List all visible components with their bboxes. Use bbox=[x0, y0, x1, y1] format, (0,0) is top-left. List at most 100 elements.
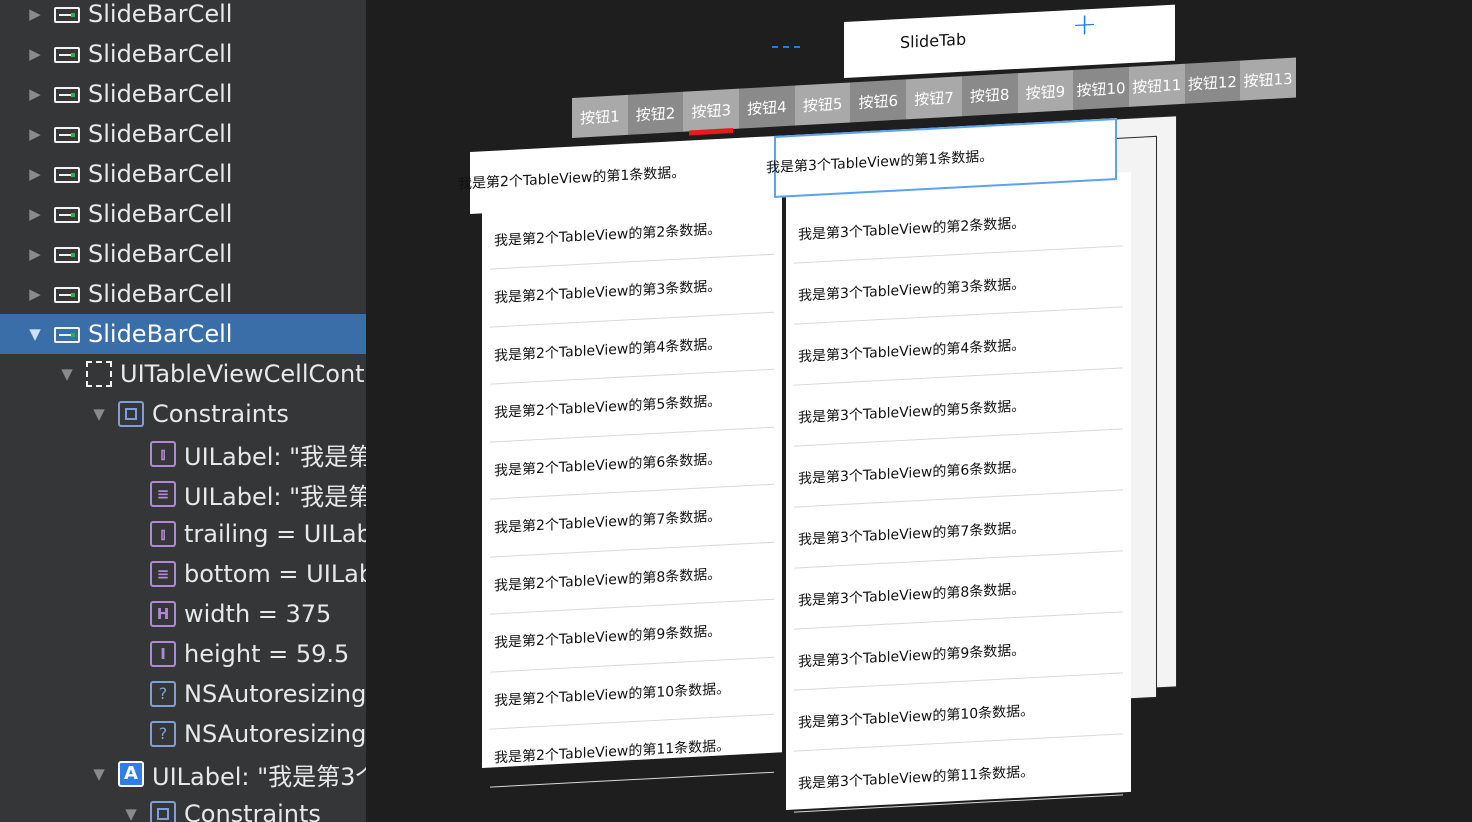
navigator-row[interactable]: ▼ Constraints bbox=[0, 394, 366, 434]
tab-button[interactable]: 按钮11 bbox=[1128, 63, 1185, 107]
cell-label: 我是第2个TableView的第10条数据。 bbox=[494, 680, 731, 709]
disclosure-expanded-icon[interactable]: ▼ bbox=[88, 405, 110, 423]
navigator-row-label: SlideBarCell bbox=[88, 120, 233, 148]
navigator-row[interactable]: Iheight = 59.5 bbox=[0, 634, 366, 674]
question-icon: ? bbox=[150, 681, 176, 707]
question-icon: ? bbox=[150, 721, 176, 747]
navigator-row-label: SlideBarCell bbox=[88, 320, 233, 348]
cell-label: 我是第3个TableView的第6条数据。 bbox=[798, 458, 1026, 487]
add-icon[interactable]: + bbox=[1072, 7, 1097, 43]
table-cell-icon bbox=[54, 207, 80, 223]
navigator-row[interactable]: ⫾ UILabel: "我是第3个TableView的第1条数据。" bbox=[0, 434, 366, 474]
navigator-row[interactable]: ▶ SlideBarCell bbox=[0, 194, 366, 234]
tab-button[interactable]: 按钮10 bbox=[1073, 66, 1129, 110]
navigator-row-label: SlideBarCell bbox=[88, 240, 233, 268]
navigator-row[interactable]: ? NSAutoresizingMaskLayoutConstraint bbox=[0, 714, 366, 754]
disclosure-collapsed-icon[interactable]: ▶ bbox=[24, 5, 46, 23]
cell-label: 我是第3个TableView的第8条数据。 bbox=[798, 580, 1026, 609]
cell-label: 我是第3个TableView的第10条数据。 bbox=[798, 702, 1035, 731]
constraint-icon: ≡ bbox=[150, 481, 176, 507]
navigator-row[interactable]: ▶ SlideBarCell bbox=[0, 34, 366, 74]
disclosure-collapsed-icon[interactable]: ▶ bbox=[24, 165, 46, 183]
table-cell-icon bbox=[54, 87, 80, 103]
navigator-row-label: UILabel: "我是第3个TableView的第1条数据。" bbox=[184, 482, 366, 511]
navigator-row[interactable]: ▶ SlideBarCell bbox=[0, 114, 366, 154]
navigator-row[interactable]: ▶ SlideBarCell bbox=[0, 154, 366, 194]
tab-button[interactable]: 按钮7 bbox=[906, 76, 962, 120]
table-cell-icon bbox=[54, 167, 80, 183]
tab-button[interactable]: 按钮12 bbox=[1184, 60, 1241, 104]
navigator-row[interactable]: ▶ SlideBarCell bbox=[0, 274, 366, 314]
navigator-row[interactable]: ▼ UITableViewCellContentView bbox=[0, 354, 366, 394]
navigator-row-label: Constraints bbox=[152, 400, 289, 428]
debug-view-canvas[interactable]: SlideTab + 按钮1 按钮2 按钮3 按钮4 按钮5 按钮6 按钮7 按钮8 按钮9 按钮… bbox=[366, 0, 1472, 822]
table-view-3[interactable]: 我是第3个TableView的第2条数据。 我是第3个TableView的第3条数… bbox=[786, 171, 1131, 813]
tab-button[interactable]: 按钮1 bbox=[572, 94, 628, 138]
navigator-row-label: UITableViewCellContentView bbox=[120, 360, 366, 388]
label-icon: A bbox=[118, 761, 144, 787]
disclosure-collapsed-icon[interactable]: ▶ bbox=[24, 245, 46, 263]
tab-button[interactable]: 按钮8 bbox=[961, 73, 1018, 117]
table-cell-icon bbox=[54, 7, 80, 23]
content-view-icon bbox=[86, 361, 112, 387]
tab-button[interactable]: 按钮5 bbox=[794, 82, 851, 126]
navigator-row[interactable]: ≡ UILabel: "我是第3个TableView的第1条数据。" bbox=[0, 474, 366, 514]
table-cell-icon bbox=[54, 287, 80, 303]
navigator-row[interactable]: ▼ A UILabel: "我是第3个TableView的第1条数据。" bbox=[0, 754, 366, 794]
disclosure-collapsed-icon[interactable]: ▶ bbox=[24, 205, 46, 223]
disclosure-expanded-icon[interactable]: ▼ bbox=[56, 365, 78, 383]
navigator-row[interactable]: ≡ bottom = UILabel bbox=[0, 554, 366, 594]
cell-label: 我是第2个TableView的第1条数据。 bbox=[458, 164, 686, 193]
disclosure-expanded-icon[interactable]: ▼ bbox=[88, 765, 110, 783]
cell-label: 我是第3个TableView的第5条数据。 bbox=[798, 397, 1026, 426]
navigator-row-label: SlideBarCell bbox=[88, 0, 233, 28]
cell-label: 我是第2个TableView的第4条数据。 bbox=[494, 335, 722, 364]
constraints-icon bbox=[118, 401, 144, 427]
navigator-row-label: UILabel: "我是第3个TableView的第1条数据。" bbox=[152, 762, 366, 791]
constraint-icon: ≡ bbox=[150, 561, 176, 587]
navigator-row[interactable]: Hwidth = 375 bbox=[0, 594, 366, 634]
disclosure-expanded-icon[interactable]: ▼ bbox=[120, 805, 142, 822]
cell-label: 我是第2个TableView的第6条数据。 bbox=[494, 450, 722, 479]
cell-label: 我是第2个TableView的第7条数据。 bbox=[494, 508, 722, 537]
disclosure-collapsed-icon[interactable]: ▶ bbox=[24, 125, 46, 143]
disclosure-collapsed-icon[interactable]: ▶ bbox=[24, 85, 46, 103]
tab-button[interactable]: 按钮3 bbox=[683, 88, 740, 132]
navigator-row-label: NSAutoresizingMaskLayoutConstraint bbox=[184, 680, 366, 708]
constraints-icon bbox=[150, 801, 176, 822]
cell-label: 我是第3个TableView的第7条数据。 bbox=[798, 519, 1026, 548]
disclosure-collapsed-icon[interactable]: ▶ bbox=[24, 45, 46, 63]
navigator-row[interactable]: ▼ SlideBarCell bbox=[0, 314, 366, 354]
disclosure-collapsed-icon[interactable]: ▶ bbox=[24, 285, 46, 303]
navigator-row-label: bottom = UILabel bbox=[184, 560, 366, 588]
navigator-row-label: SlideBarCell bbox=[88, 160, 233, 188]
table-cell-icon bbox=[54, 327, 80, 343]
navigator-row[interactable]: ▶ SlideBarCell bbox=[0, 234, 366, 274]
navigator-row-label: width = 375 bbox=[184, 600, 332, 628]
tab-button[interactable]: 按钮2 bbox=[627, 91, 684, 135]
navigator-row[interactable]: ⫾ trailing = UILabel bbox=[0, 514, 366, 554]
tab-button[interactable]: 按钮4 bbox=[739, 85, 795, 129]
navigator-row-label: UILabel: "我是第3个TableView的第1条数据。" bbox=[184, 442, 366, 471]
cell-label: 我是第2个TableView的第2条数据。 bbox=[494, 220, 722, 249]
constraint-icon: H bbox=[150, 601, 176, 627]
table-view-2[interactable]: 我是第2个TableView的第2条数据。 我是第2个TableView的第3条数… bbox=[482, 192, 782, 788]
cell-label: 我是第3个TableView的第3条数据。 bbox=[798, 275, 1026, 304]
navigator-row[interactable]: ▶ SlideBarCell bbox=[0, 74, 366, 114]
cell-label: 我是第2个TableView的第11条数据。 bbox=[494, 737, 731, 767]
tab-button[interactable]: 按钮9 bbox=[1017, 69, 1074, 114]
navigator-row-label: trailing = UILabel bbox=[184, 520, 366, 548]
disclosure-expanded-icon[interactable]: ▼ bbox=[24, 325, 46, 343]
dashed-indicator bbox=[772, 46, 800, 50]
table-cell-icon bbox=[54, 47, 80, 63]
navigator-row[interactable]: ▶ SlideBarCell bbox=[0, 0, 366, 34]
cell-label: 我是第2个TableView的第3条数据。 bbox=[494, 278, 722, 307]
nav-title: SlideTab bbox=[900, 29, 967, 53]
tab-button[interactable]: 按钮6 bbox=[850, 79, 907, 123]
navigator-row-label: SlideBarCell bbox=[88, 200, 233, 228]
navigator-row[interactable]: ▼ Constraints bbox=[0, 794, 366, 822]
navigator-row[interactable]: ? NSAutoresizingMaskLayoutConstraint bbox=[0, 674, 366, 714]
cell-label: 我是第2个TableView的第5条数据。 bbox=[494, 393, 722, 422]
cell-label: 我是第2个TableView的第8条数据。 bbox=[494, 565, 722, 594]
tab-button[interactable]: 按钮13 bbox=[1240, 57, 1296, 101]
